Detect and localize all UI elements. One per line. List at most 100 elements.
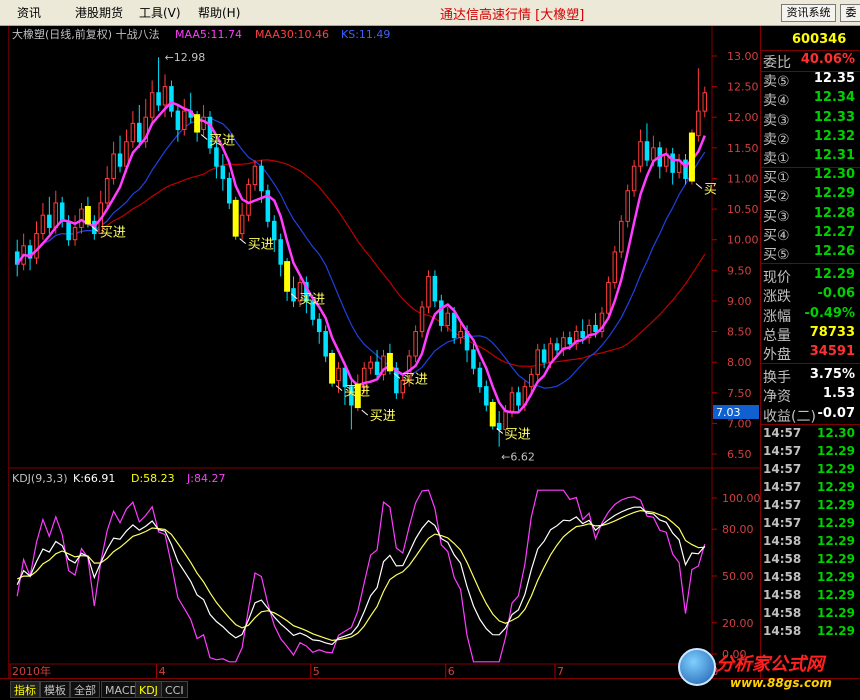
quote-value: 40.06% bbox=[800, 52, 855, 67]
quote-row: 涨幅 -0.49% bbox=[761, 306, 860, 325]
price-tick-label: 8.00 bbox=[727, 356, 752, 369]
candle-body bbox=[593, 324, 598, 333]
tab-all[interactable]: 全部 bbox=[70, 681, 100, 698]
signal-pointer bbox=[200, 134, 208, 140]
tick-row: 14:58 12.29 bbox=[761, 588, 860, 606]
candle-body bbox=[175, 110, 181, 130]
candle-body bbox=[548, 343, 553, 363]
candle-body bbox=[535, 349, 540, 375]
candle bbox=[663, 147, 669, 173]
quote-row: 买③ 12.28 bbox=[761, 206, 860, 225]
tab-template[interactable]: 模板 bbox=[40, 681, 70, 698]
app-title: 通达信高速行情 [大橡塑] bbox=[440, 8, 585, 23]
tick-price: 12.29 bbox=[817, 534, 855, 548]
signal-pointer bbox=[361, 409, 369, 416]
candle-body bbox=[53, 202, 59, 228]
candle-body bbox=[117, 153, 123, 167]
quote-row: 卖④ 12.34 bbox=[761, 90, 860, 109]
candle-body bbox=[137, 122, 142, 143]
d-line bbox=[16, 509, 705, 642]
candle-body bbox=[162, 86, 168, 106]
candle-body bbox=[413, 331, 418, 357]
quote-label: 卖⑤ bbox=[763, 74, 790, 91]
price-tick-label: 10.00 bbox=[727, 234, 759, 247]
menu-news[interactable]: 资讯 bbox=[17, 4, 41, 21]
candle bbox=[413, 325, 418, 363]
candle bbox=[477, 362, 483, 393]
tick-row: 14:57 12.30 bbox=[761, 426, 860, 444]
candle-body bbox=[554, 343, 560, 351]
quote-row: 卖① 12.31 bbox=[761, 148, 860, 167]
menu-help[interactable]: 帮助(H) bbox=[198, 4, 240, 21]
quote-label: 外盘 bbox=[763, 347, 791, 363]
candle-body bbox=[529, 373, 534, 388]
quote-label: 卖③ bbox=[763, 112, 790, 129]
candle bbox=[419, 300, 425, 338]
quote-label: 买③ bbox=[763, 208, 790, 225]
candle-body bbox=[278, 239, 283, 265]
quote-separator bbox=[761, 363, 860, 364]
tab-indicator[interactable]: 指标 bbox=[10, 681, 40, 698]
menu-hk-futures[interactable]: 港股期货 bbox=[75, 4, 123, 21]
tab-kdj[interactable]: KDJ bbox=[135, 681, 162, 698]
tab-cci[interactable]: CCI bbox=[161, 681, 188, 698]
price-tick-label: 6.50 bbox=[727, 448, 752, 461]
chart-area[interactable]: 买进买进买进买进买进买进买进买进买 13.0012.5012.0011.5011… bbox=[0, 26, 760, 678]
tick-price: 12.29 bbox=[817, 588, 855, 602]
candle-body bbox=[316, 318, 322, 333]
quote-value: 12.28 bbox=[813, 205, 855, 221]
candle-body bbox=[227, 177, 232, 204]
quote-label: 涨幅 bbox=[763, 308, 791, 325]
tick-time: 14:57 bbox=[763, 462, 802, 476]
tick-time: 14:58 bbox=[763, 606, 802, 620]
quote-value: -0.06 bbox=[817, 286, 855, 302]
candle-body bbox=[59, 202, 65, 222]
signal-bar bbox=[688, 132, 695, 182]
signal-label: 买进 bbox=[299, 293, 325, 308]
candle bbox=[426, 270, 431, 314]
tick-price: 12.29 bbox=[817, 462, 855, 476]
news-system-button[interactable]: 资讯系统 bbox=[781, 4, 836, 22]
kdj-lines bbox=[16, 489, 706, 663]
tick-price: 12.29 bbox=[817, 480, 855, 494]
candle-body bbox=[612, 251, 618, 284]
candle bbox=[246, 178, 251, 222]
quote-value: 1.53 bbox=[822, 386, 855, 402]
candle-body bbox=[516, 392, 521, 406]
signal-label: 买进 bbox=[100, 225, 126, 240]
date-tick-label: 5 bbox=[313, 665, 320, 678]
candle-body bbox=[638, 141, 643, 167]
high-price-label: ←12.98 bbox=[165, 51, 206, 64]
candle-body bbox=[509, 392, 515, 412]
legend-k: K:66.91 bbox=[73, 472, 115, 485]
quote-value: 12.35 bbox=[813, 71, 855, 87]
date-tick-label: 7 bbox=[557, 665, 564, 678]
candle-body bbox=[220, 165, 226, 179]
quote-value: 12.26 bbox=[813, 244, 855, 259]
candle-body bbox=[419, 306, 425, 333]
candle bbox=[14, 239, 20, 277]
quote-label: 买① bbox=[763, 170, 790, 187]
menu-tools[interactable]: 工具(V) bbox=[139, 4, 181, 21]
candle-body bbox=[104, 177, 110, 204]
main-chart-title: 大橡塑(日线,前复权) 十战八法 bbox=[12, 27, 160, 41]
tick-row: 14:57 12.29 bbox=[761, 444, 860, 462]
candle-body bbox=[156, 92, 161, 106]
tick-price: 12.29 bbox=[817, 624, 855, 638]
quote-label: 买⑤ bbox=[763, 247, 790, 263]
candle bbox=[599, 307, 605, 338]
tick-time: 14:58 bbox=[763, 552, 802, 566]
candle bbox=[445, 307, 451, 332]
candle bbox=[188, 92, 193, 124]
quote-label: 买④ bbox=[763, 227, 790, 244]
order-button[interactable]: 委 bbox=[840, 4, 860, 22]
candle bbox=[104, 166, 110, 210]
candle-body bbox=[252, 165, 258, 186]
signal-pointer bbox=[695, 183, 703, 189]
signal-bar bbox=[489, 401, 496, 427]
signal-label: 买进 bbox=[370, 409, 396, 424]
candle bbox=[696, 68, 701, 142]
candle bbox=[291, 276, 296, 308]
candle bbox=[66, 215, 71, 246]
candle bbox=[432, 270, 438, 308]
